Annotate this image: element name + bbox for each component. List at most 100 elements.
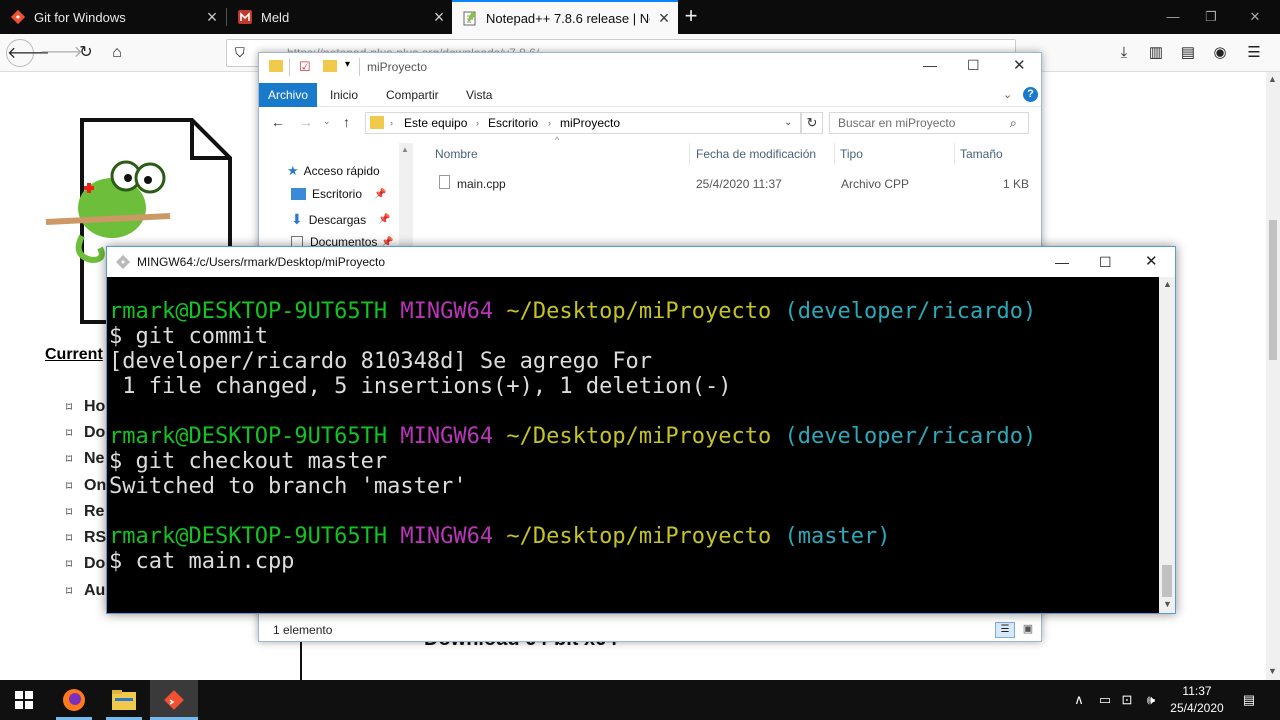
back-icon[interactable]: ←	[271, 114, 285, 130]
scroll-up-icon[interactable]: ▲	[1268, 74, 1277, 84]
terminal-output[interactable]: rmark@DESKTOP-9UT65TH MINGW64 ~/Desktop/…	[107, 277, 1159, 613]
scroll-thumb[interactable]	[1162, 565, 1172, 597]
large-icons-view-icon[interactable]: ▣	[1019, 622, 1037, 638]
close-window-button[interactable]: ✕	[1232, 0, 1278, 34]
tab-compartir[interactable]: Compartir	[377, 83, 448, 107]
refresh-icon[interactable]: ↻	[801, 112, 823, 134]
minimize-button[interactable]: —	[923, 57, 937, 73]
column-divider[interactable]	[689, 143, 690, 165]
minimize-button[interactable]: —	[1055, 247, 1069, 277]
properties-icon[interactable]: ☑	[299, 59, 311, 75]
tab-vista[interactable]: Vista	[457, 83, 501, 107]
close-button[interactable]: ✕	[1145, 247, 1158, 277]
recent-dropdown-icon[interactable]: ⌄	[323, 116, 331, 127]
column-fecha[interactable]: Fecha de modificación	[696, 147, 816, 161]
downloads-icon[interactable]: ⤓	[1114, 43, 1134, 63]
address-bar[interactable]: › Este equipo › Escritorio › miProyecto …	[365, 112, 801, 134]
reload-button[interactable]: ↻	[72, 39, 100, 67]
sidebar-icon[interactable]: ▤	[1178, 43, 1198, 63]
help-icon[interactable]: ?	[1023, 87, 1038, 102]
search-placeholder: Buscar en miProyecto	[838, 116, 956, 130]
start-button[interactable]	[0, 680, 48, 720]
nav-link-author[interactable]: ⌑ Au	[66, 582, 105, 600]
scroll-down-icon[interactable]: ▼	[1163, 599, 1172, 609]
git-bash-icon	[164, 690, 184, 710]
scroll-thumb[interactable]	[1269, 220, 1277, 360]
page-scrollbar[interactable]: ▲ ▼	[1266, 72, 1280, 680]
file-explorer-icon	[112, 690, 136, 710]
prompt-line: rmark@DESKTOP-9UT65TH MINGW64 ~/Desktop/…	[109, 524, 891, 549]
nav-link-rss[interactable]: ⌑ RS	[66, 529, 106, 547]
close-icon[interactable]: ×	[425, 7, 453, 28]
nav-link-news[interactable]: ⌑ Ne	[66, 450, 104, 468]
nav-descargas[interactable]: ⬇ Descargas 📌	[291, 211, 391, 228]
nav-link-home[interactable]: ⌑ Ho	[66, 398, 105, 416]
nav-link-downloads[interactable]: ⌑ Do	[66, 424, 105, 442]
nav-escritorio[interactable]: Escritorio 📌	[291, 187, 386, 201]
separator	[289, 58, 290, 76]
shield-icon[interactable]: ⛉	[235, 45, 245, 61]
tab-inicio[interactable]: Inicio	[321, 83, 367, 107]
column-nombre[interactable]: Nombre	[435, 147, 478, 161]
output-line: [developer/ricardo 810348d] Se agrego Fo…	[109, 349, 653, 374]
menu-icon[interactable]: ☰	[1244, 43, 1264, 63]
new-tab-button[interactable]: +	[680, 0, 702, 34]
tab-git-for-windows[interactable]: Git for Windows ×	[0, 0, 226, 34]
expand-ribbon-icon[interactable]: ⌄	[1003, 88, 1012, 101]
up-icon[interactable]: ↑	[343, 114, 350, 130]
forward-button[interactable]: 🡒	[40, 39, 83, 67]
back-button[interactable]: 🡐	[6, 39, 50, 67]
close-button[interactable]: ✕	[1013, 56, 1026, 74]
column-divider[interactable]	[954, 143, 955, 165]
start-icon	[15, 691, 33, 709]
nav-pane-scrollbar[interactable]: ▲	[399, 143, 413, 253]
prompt-line: rmark@DESKTOP-9UT65TH MINGW64 ~/Desktop/…	[109, 299, 1037, 324]
search-box[interactable]: Buscar en miProyecto ⌕	[829, 112, 1029, 134]
new-folder-icon[interactable]	[323, 60, 337, 72]
scroll-down-icon[interactable]: ▼	[1268, 666, 1277, 676]
home-button[interactable]: ⌂	[103, 39, 131, 67]
nav-link-resources[interactable]: ⌑ Re	[66, 503, 104, 521]
forward-icon[interactable]: →	[299, 114, 313, 130]
desktop-icon	[291, 188, 306, 200]
breadcrumb-escritorio[interactable]: Escritorio	[488, 113, 538, 133]
address-dropdown-icon[interactable]: ⌄	[784, 113, 792, 133]
nav-link-online[interactable]: ⌑ On	[66, 477, 106, 495]
bookmark-icon: ⌑	[66, 426, 73, 440]
details-view-icon[interactable]: ☰	[995, 622, 1015, 638]
close-icon[interactable]: ×	[198, 7, 226, 28]
tab-notepad[interactable]: Notepad++ 7.8.6 release | Note ×	[452, 0, 678, 34]
maximize-button[interactable]: ☐	[1099, 247, 1112, 277]
system-clock[interactable]: 11:37 25/4/2020	[1162, 683, 1232, 717]
show-hidden-icons-icon[interactable]: ∧	[1070, 692, 1088, 710]
taskbar-file-explorer[interactable]	[100, 680, 148, 720]
battery-icon[interactable]: ▭	[1096, 692, 1114, 710]
download-icon: ⬇	[291, 211, 303, 227]
network-icon[interactable]: ⊡	[1118, 692, 1136, 710]
search-icon[interactable]: ⌕	[1010, 113, 1017, 133]
tab-meld[interactable]: Meld ×	[227, 0, 453, 34]
nav-link-donate[interactable]: ⌑ Do	[66, 555, 105, 573]
close-icon[interactable]: ×	[650, 8, 678, 29]
column-tamano[interactable]: Tamaño	[960, 147, 1003, 161]
scroll-up-icon[interactable]: ▲	[1163, 279, 1172, 289]
quick-access-dropdown-icon[interactable]: ▾	[345, 59, 350, 70]
tab-archivo[interactable]: Archivo	[259, 83, 318, 107]
chevron-right-icon: ›	[390, 118, 393, 128]
restore-button[interactable]: ❐	[1188, 0, 1234, 34]
taskbar-firefox[interactable]	[50, 680, 98, 720]
taskbar-git-bash[interactable]	[150, 680, 198, 720]
notifications-icon[interactable]: ▤	[1240, 692, 1258, 710]
nav-acceso-rapido[interactable]: ★ Acceso rápido	[287, 163, 380, 179]
column-tipo[interactable]: Tipo	[840, 147, 863, 161]
file-row[interactable]: main.cpp 25/4/2020 11:37 Archivo CPP 1 K…	[433, 171, 1033, 195]
volume-icon[interactable]: 🕪	[1142, 692, 1160, 710]
maximize-button[interactable]: ☐	[967, 57, 980, 74]
account-icon[interactable]: ◉	[1210, 43, 1230, 63]
breadcrumb-miproyecto[interactable]: miProyecto	[560, 113, 620, 133]
notepad-icon	[463, 11, 476, 26]
breadcrumb-este-equipo[interactable]: Este equipo	[404, 113, 467, 133]
column-divider[interactable]	[834, 143, 835, 165]
library-icon[interactable]: ▥	[1146, 43, 1166, 63]
terminal-scrollbar[interactable]: ▲ ▼	[1159, 277, 1175, 613]
